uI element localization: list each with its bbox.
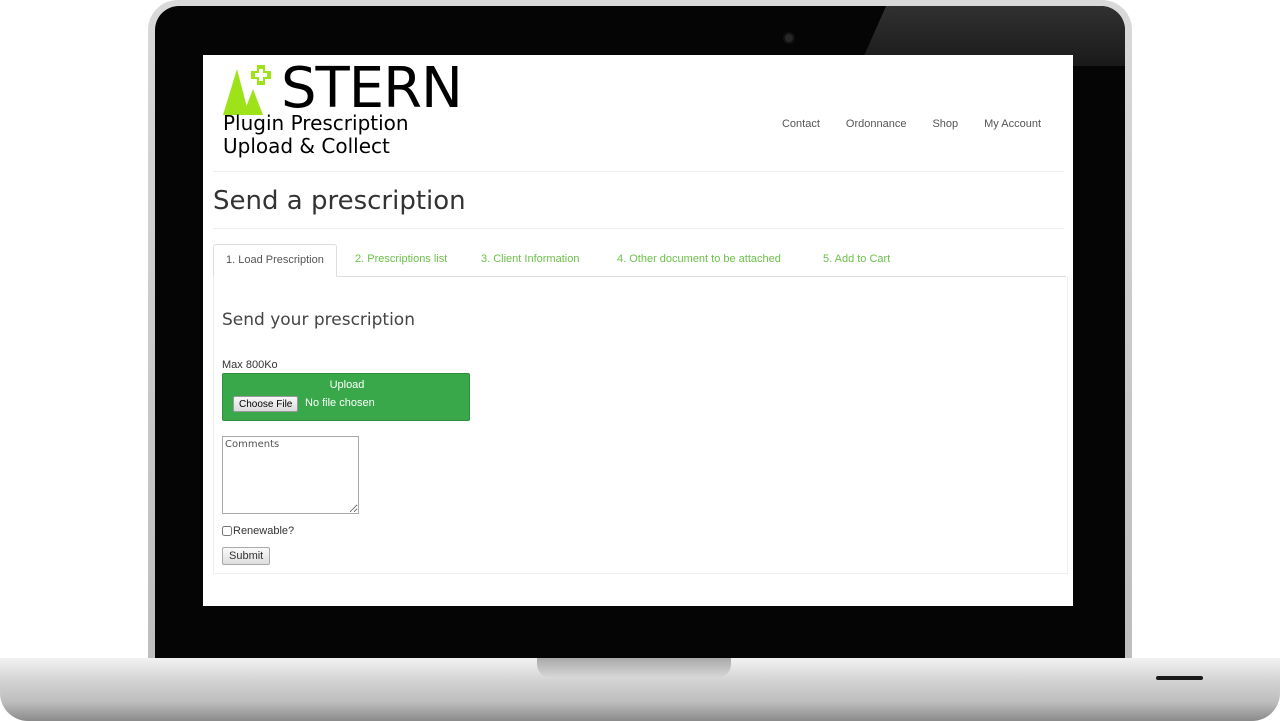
laptop-slot [1156,676,1203,680]
tab-panel-load-prescription: Send your prescription Max 800Ko Upload … [213,276,1068,574]
step-tabs: 1. Load Prescription 2. Prescriptions li… [213,244,1066,277]
upload-label: Upload [329,379,365,391]
renewable-option[interactable]: Renewable? [222,525,294,537]
logo-mountain-cross-icon [223,65,271,115]
browser-viewport: STERN Plugin Prescription Upload & Colle… [203,55,1073,606]
title-divider [213,228,1064,229]
main-nav: Contact Ordonnance Shop My Account [769,117,1054,131]
tab-load-prescription[interactable]: 1. Load Prescription [213,244,337,277]
tab-client-information[interactable]: 3. Client Information [469,244,591,275]
section-heading: Send your prescription [222,310,415,330]
max-size-label: Max 800Ko [222,359,278,371]
laptop-hinge-notch [537,658,731,678]
submit-button[interactable]: Submit [222,547,271,565]
tab-add-to-cart[interactable]: 5. Add to Cart [811,244,902,275]
comments-field[interactable] [222,436,359,514]
choose-file-button[interactable]: Choose File [233,396,299,412]
renewable-label: Renewable? [233,525,295,537]
logo-wordmark: STERN [281,56,463,121]
logo-subtitle-line-1: Plugin Prescription [223,111,409,135]
renewable-checkbox[interactable] [222,526,232,536]
logo-subtitle: Plugin Prescription Upload & Collect [223,112,409,158]
camera-icon [785,34,793,42]
site-logo[interactable]: STERN Plugin Prescription Upload & Colle… [223,59,483,163]
tab-prescriptions-list[interactable]: 2. Prescriptions list [343,244,459,275]
nav-item-shop[interactable]: Shop [919,117,971,131]
upload-dropzone[interactable]: Upload Choose File No file chosen [222,373,470,421]
logo-subtitle-line-2: Upload & Collect [223,134,390,158]
file-status-text: No file chosen [305,397,375,409]
nav-item-ordonnance[interactable]: Ordonnance [833,117,920,131]
device-mockup: STERN Plugin Prescription Upload & Colle… [0,0,1280,721]
nav-item-contact[interactable]: Contact [769,117,833,131]
site-header: STERN Plugin Prescription Upload & Colle… [213,55,1064,172]
page-title: Send a prescription [213,186,466,216]
nav-item-my-account[interactable]: My Account [971,117,1054,131]
tab-other-document[interactable]: 4. Other document to be attached [605,244,793,275]
